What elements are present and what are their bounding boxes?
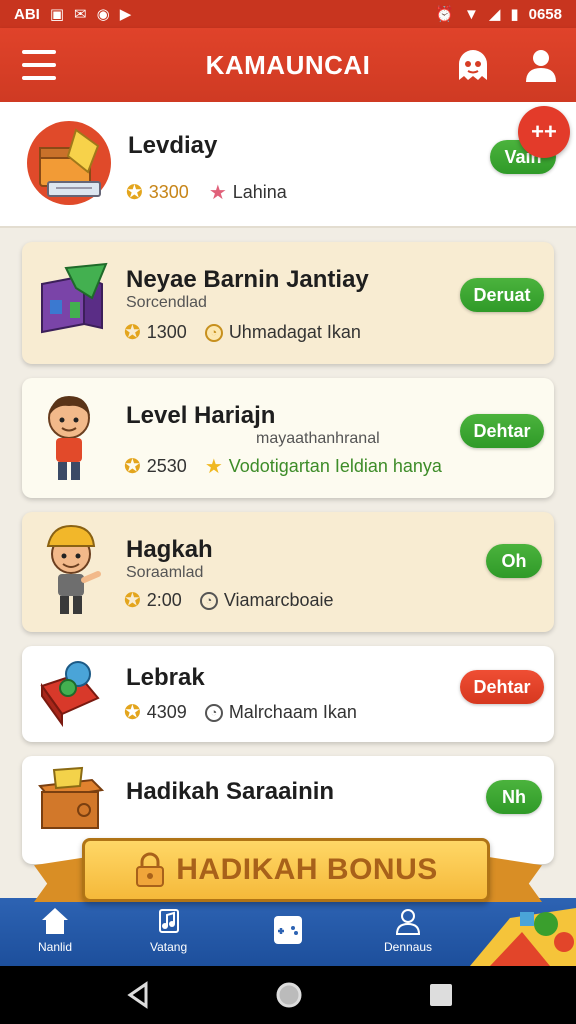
top-card-badge[interactable]: ++	[518, 106, 570, 158]
nav-item-home[interactable]: Nanlid	[38, 906, 72, 954]
app-screen: ABI ▣ ✉ ◉ ▶ ⏰ ▼ ◢ ▮ 0658 KAMAUNCAI Levdi…	[0, 0, 576, 1024]
music-icon	[158, 909, 179, 933]
banner-text: HADIKAH BONUS	[176, 853, 438, 886]
battery-icon: ▮	[510, 5, 519, 23]
item-subtitle: mayaathanhranal	[256, 430, 380, 447]
coin-icon: ✪	[126, 182, 143, 204]
item-points: 4309	[146, 702, 187, 722]
recents-icon[interactable]	[428, 980, 454, 1010]
item-meta: ✪ 1300 ◔ Uhmadagat Ikan	[124, 320, 361, 345]
item-points: 2530	[146, 456, 187, 476]
notification-icon: ✉	[74, 5, 87, 23]
timer-icon: ◔	[204, 703, 223, 722]
bottom-nav: Nanlid Vatang Dennaus	[0, 898, 576, 966]
coin-icon: ✪	[124, 322, 141, 344]
top-card-title: Levdiay	[128, 132, 218, 159]
system-nav	[0, 966, 576, 1024]
nav-label: Nanlid	[38, 940, 73, 954]
menu-icon[interactable]	[22, 50, 56, 80]
item-note: Viamarcboaie	[223, 590, 334, 610]
top-card-points: 3300	[148, 182, 189, 202]
play-icon: ▶	[119, 5, 132, 23]
item-points: 2:00	[146, 590, 182, 610]
item-points: 1300	[146, 322, 187, 342]
status-time: 0658	[528, 5, 562, 23]
timer-icon: ◔	[199, 591, 218, 610]
treasure-chest-icon	[27, 121, 111, 205]
coin-icon: ✪	[124, 456, 141, 478]
item-title: Hadikah Saraainin	[126, 778, 335, 805]
message-icon: ◉	[96, 5, 110, 23]
decor-toys-icon	[470, 908, 576, 966]
nav-item-profile[interactable]: Dennaus	[384, 906, 432, 954]
item-action-button[interactable]: Deruat	[460, 278, 544, 312]
item-subtitle: Soraamlad	[126, 564, 204, 581]
status-text: ABI	[14, 5, 40, 23]
list-item[interactable]: Neyae Barnin Jantiay Sorcendlad ✪ 1300 ◔…	[22, 242, 554, 364]
status-bar: ABI ▣ ✉ ◉ ▶ ⏰ ▼ ◢ ▮ 0658	[0, 0, 576, 28]
item-title: Lebrak	[126, 664, 205, 691]
gamepad-icon	[274, 916, 302, 944]
item-action-button[interactable]: Dehtar	[460, 670, 544, 704]
list-item[interactable]: Lebrak ✪ 4309 ◔ Malrchaam Ikan Dehtar	[22, 646, 554, 742]
explorer-character-icon	[46, 524, 101, 614]
item-meta: ✪ 4309 ◔ Malrchaam Ikan	[124, 700, 357, 725]
gift-box-icon	[41, 262, 108, 334]
item-note: Vodotigartan Ieldian hanya	[228, 456, 442, 476]
home-icon	[42, 908, 69, 934]
item-title: Hagkah	[126, 536, 213, 563]
item-meta: ✪ 2530 ★ Vodotigartan Ieldian hanya	[124, 454, 442, 479]
bonus-banner[interactable]: HADIKAH BONUS	[82, 838, 490, 902]
status-right: ⏰ ▼ ◢ ▮ 0658	[435, 7, 562, 22]
wifi-icon: ▼	[463, 5, 479, 23]
timer-icon: ◔	[204, 323, 223, 342]
lock-icon	[136, 852, 165, 887]
kid-character-icon	[48, 396, 90, 480]
top-card[interactable]: Levdiay ✪ 3300 ★ Lahina Vain	[0, 102, 576, 228]
nav-item-music[interactable]: Vatang	[150, 906, 187, 954]
list-item[interactable]: Level Hariajn mayaathanhranal ✪ 2530 ★ V…	[22, 378, 554, 498]
nav-item-games[interactable]	[272, 914, 304, 950]
coin-icon: ✪	[124, 590, 141, 612]
top-card-meta: ✪ 3300 ★ Lahina	[126, 180, 287, 205]
top-card-note: Lahina	[232, 182, 287, 202]
item-title: Neyae Barnin Jantiay	[126, 266, 369, 293]
item-note: Uhmadagat Ikan	[228, 322, 361, 342]
list-item[interactable]: Hagkah Soraamlad ✪ 2:00 ◔ Viamarcboaie O…	[22, 512, 554, 632]
ghost-icon[interactable]	[454, 46, 492, 84]
profile-icon	[396, 909, 421, 935]
signal-icon: ◢	[488, 5, 501, 23]
item-note: Malrchaam Ikan	[228, 702, 357, 722]
status-left: ABI ▣ ✉ ◉ ▶	[14, 7, 131, 22]
treasure-crate-icon	[38, 766, 105, 829]
nav-label: Vatang	[150, 940, 188, 954]
app-bar: KAMAUNCAI	[0, 28, 576, 102]
pin-tray-icon	[40, 661, 100, 728]
coin-icon: ✪	[124, 702, 141, 724]
user-icon[interactable]	[522, 46, 560, 84]
item-meta: ✪ 2:00 ◔ Viamarcboaie	[124, 588, 334, 613]
item-action-button[interactable]: Oh	[486, 544, 542, 578]
item-action-button[interactable]: Nh	[486, 780, 542, 814]
media-icon: ▣	[49, 5, 65, 23]
item-action-button[interactable]: Dehtar	[460, 414, 544, 448]
star-icon: ★	[204, 456, 223, 478]
nav-label: Dennaus	[384, 940, 433, 954]
app-title: KAMAUNCAI	[205, 49, 371, 80]
back-icon[interactable]	[124, 980, 152, 1010]
star-icon: ★	[208, 182, 227, 204]
item-title: Level Hariajn	[126, 402, 276, 429]
item-subtitle: Sorcendlad	[126, 294, 207, 311]
home-circle-icon[interactable]	[274, 980, 304, 1010]
alarm-icon: ⏰	[435, 5, 454, 23]
